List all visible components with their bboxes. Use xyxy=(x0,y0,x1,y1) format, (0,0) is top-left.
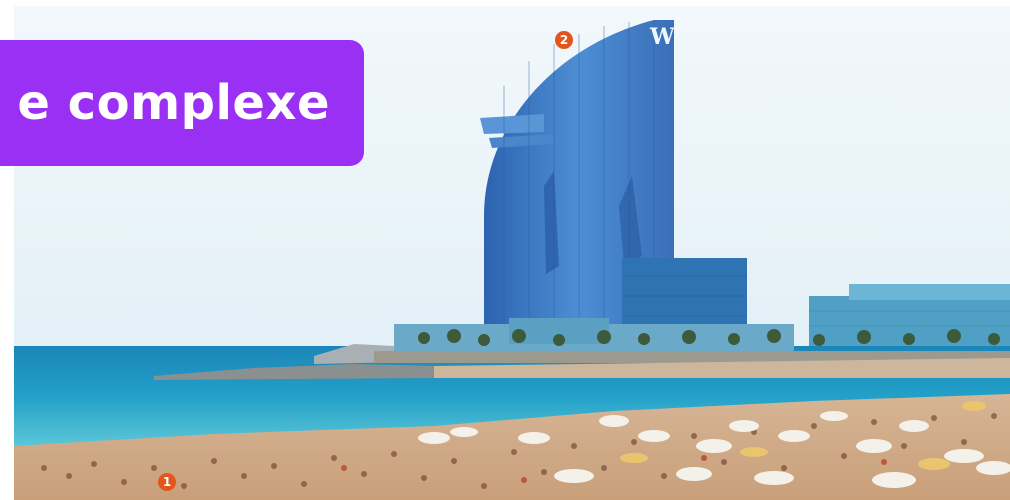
marker-2-badge: 2 xyxy=(555,31,573,49)
image-frame: W 2 1 e complexe xyxy=(0,0,1010,500)
title-banner-text: e complexe xyxy=(17,75,330,131)
hotel-logo-letter: W xyxy=(650,24,675,50)
title-banner: e complexe xyxy=(0,40,364,166)
marker-1-badge: 1 xyxy=(158,473,176,491)
